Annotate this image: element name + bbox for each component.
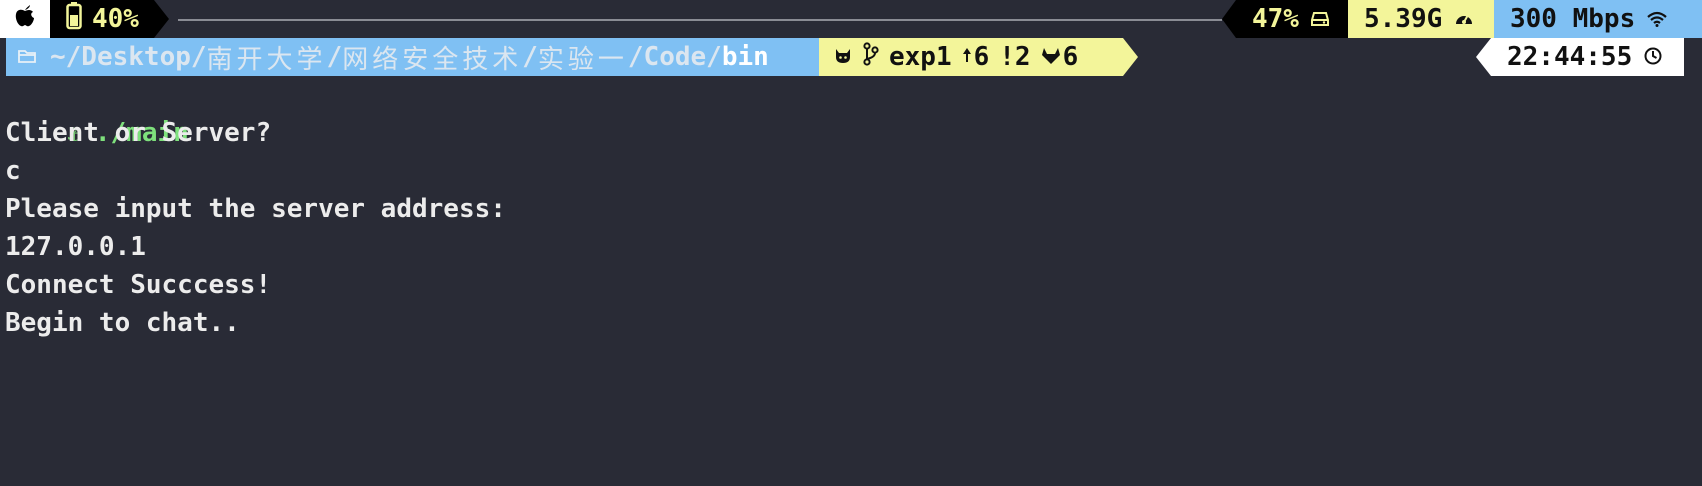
battery-icon [66, 1, 82, 37]
path-dir-nankai: 南开大学 [206, 44, 327, 75]
memory-value: 5.39G [1364, 4, 1443, 34]
git-ahead: 6 [962, 42, 990, 72]
output-line: Begin to chat.. [5, 308, 240, 338]
prompt-bar: ~/Desktop/ 南开大学 / 网络安全技术 / 实验一 /Code/ bi… [0, 38, 1702, 76]
network-segment: 300 Mbps [1494, 0, 1702, 38]
output-line: Connect Succcess! [5, 270, 272, 300]
apple-icon [14, 3, 36, 36]
battery-segment: 40% [50, 0, 154, 38]
speedometer-icon [1454, 4, 1474, 34]
path-dir-experiment-one: 实验一 [537, 44, 628, 75]
time-separator [1476, 38, 1491, 76]
git-separator [1123, 38, 1138, 76]
hard-drive-icon [1310, 4, 1329, 34]
arrow-up-icon [962, 47, 972, 68]
path-separator: / [326, 42, 343, 72]
terminal-output[interactable]: ⚓ ./main Client or Server? c Please input… [5, 76, 1695, 342]
git-ahead-count: 6 [973, 42, 990, 72]
system-status-bar: 40% 47% 5.39G 300 Mbps [0, 0, 1702, 38]
output-line: Please input the server address: [5, 194, 506, 224]
network-speed: 300 Mbps [1510, 4, 1636, 34]
output-line: c [5, 156, 21, 186]
path-dir-network-security: 网络安全技术 [342, 44, 523, 75]
folder-icon [18, 47, 36, 68]
disk-separator [1222, 0, 1236, 38]
git-branch-name: exp1 [889, 42, 952, 72]
disk-segment: 47% [1236, 0, 1348, 38]
path-current-dir: bin [721, 42, 769, 72]
output-line: 127.0.0.1 [5, 232, 146, 262]
command-line: ⚓ ./main [5, 76, 1695, 148]
path-prefix: ~/Desktop/ [50, 42, 207, 72]
git-stash-count: 6 [1062, 42, 1079, 72]
git-stash: 6 [1041, 42, 1079, 72]
clock-time: 22:44:55 [1507, 42, 1633, 72]
output-line: Client or Server? [5, 118, 272, 148]
clock-icon [1644, 42, 1662, 72]
path-separator: / [522, 42, 538, 72]
battery-separator [154, 0, 169, 38]
path-segment: ~/Desktop/ 南开大学 / 网络安全技术 / 实验一 /Code/ bi… [6, 38, 819, 76]
time-segment: 22:44:55 [1491, 38, 1684, 76]
git-branch-icon [863, 41, 879, 74]
memory-segment: 5.39G [1348, 0, 1494, 38]
path-suffix: /Code/ [627, 42, 722, 72]
git-segment: exp1 6 !2 6 [819, 38, 1123, 76]
github-cat-icon [833, 42, 853, 72]
git-modified-count: !2 [999, 42, 1031, 72]
wifi-icon [1647, 4, 1667, 34]
gitlab-fox-icon [1041, 42, 1061, 72]
apple-segment[interactable] [0, 0, 50, 38]
battery-percent: 40% [92, 4, 139, 34]
status-divider-line [178, 19, 1222, 21]
disk-percent: 47% [1252, 4, 1299, 34]
